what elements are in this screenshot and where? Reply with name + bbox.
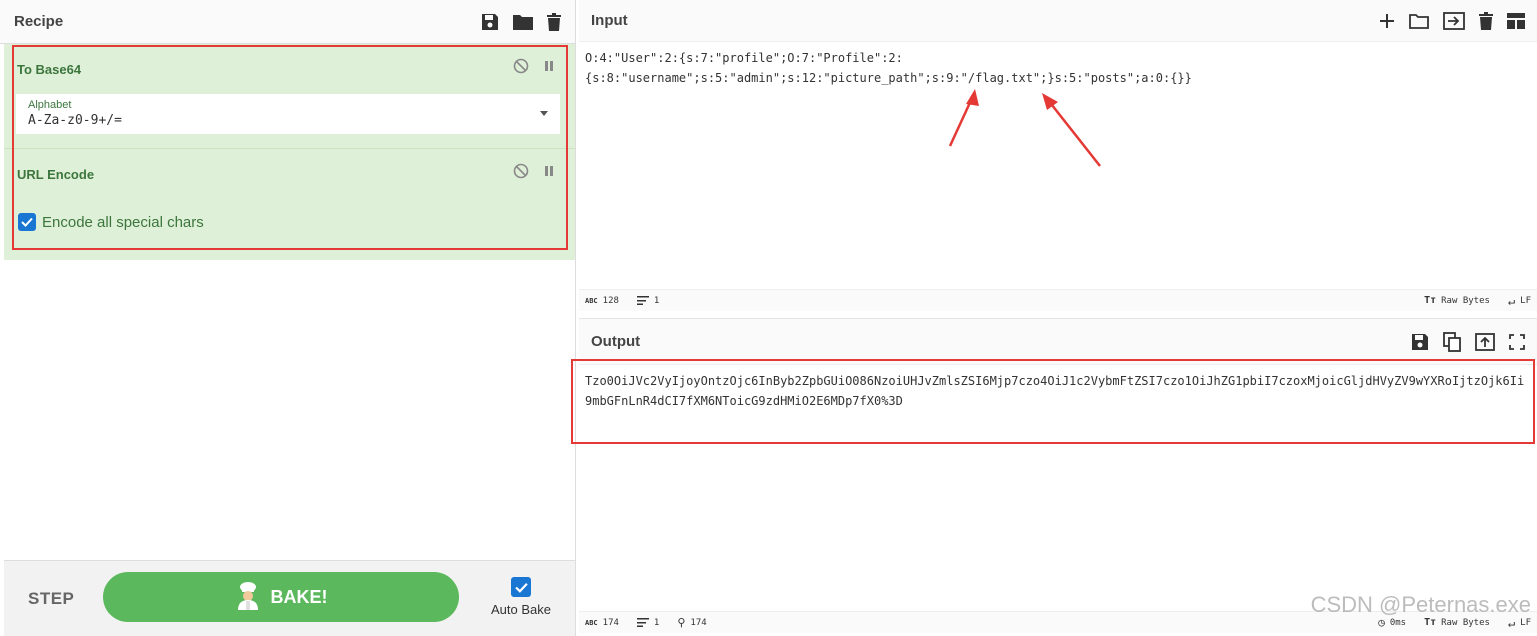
- output-pane: Output Tzo0OiJVc2VyIjoyOntzOjc6InByb2Zpb…: [579, 318, 1537, 636]
- input-status-bar: ABC 128 1 Tт Raw Bytes ↵ LF: [579, 289, 1537, 311]
- lines-icon: [636, 618, 649, 627]
- input-encoding[interactable]: Tт Raw Bytes: [1424, 295, 1490, 306]
- bake-button[interactable]: BAKE!: [103, 572, 459, 622]
- text-encoding-icon: Tт: [1424, 617, 1437, 628]
- operation-title: URL Encode: [17, 167, 95, 182]
- operation-title: To Base64: [17, 62, 82, 77]
- disable-operation-icon[interactable]: [513, 58, 529, 79]
- auto-bake-label: Auto Bake: [491, 602, 551, 617]
- alphabet-select[interactable]: Alphabet A-Za-z0-9+/=: [16, 94, 560, 134]
- checkbox-checked-icon[interactable]: [18, 213, 36, 231]
- auto-bake-checkbox[interactable]: Auto Bake: [488, 577, 554, 619]
- alphabet-label: Alphabet: [28, 99, 72, 111]
- alphabet-value: A-Za-z0-9+/=: [28, 113, 122, 128]
- text-encoding-icon: Tт: [1424, 295, 1437, 306]
- output-length: ABC 174: [585, 617, 619, 628]
- output-lines: 1: [636, 618, 659, 628]
- chevron-down-icon: [540, 111, 548, 116]
- recipe-operations-list: To Base64 Alphabet A-Za-z0-9+/= URL Enco…: [4, 44, 575, 260]
- copy-output-icon[interactable]: [1443, 331, 1461, 352]
- open-folder-icon[interactable]: [1409, 13, 1429, 29]
- step-button[interactable]: STEP: [28, 589, 74, 609]
- layout-icon[interactable]: [1507, 12, 1525, 29]
- breakpoint-pause-icon[interactable]: [543, 58, 555, 79]
- checkbox-checked-icon[interactable]: [511, 577, 531, 597]
- output-title: Output: [591, 333, 641, 350]
- add-tab-plus-icon[interactable]: [1379, 13, 1395, 29]
- return-arrow-icon: ↵: [1507, 293, 1516, 308]
- input-lines: 1: [636, 296, 659, 306]
- save-output-icon[interactable]: [1411, 333, 1429, 351]
- annotation-arrows: [948, 89, 1101, 167]
- load-recipe-folder-icon[interactable]: [513, 14, 533, 30]
- encode-all-special-chars-checkbox[interactable]: Encode all special chars: [18, 213, 204, 231]
- save-recipe-icon[interactable]: [481, 13, 499, 31]
- recipe-title: Recipe: [14, 13, 64, 30]
- replace-input-with-output-icon[interactable]: [1475, 332, 1495, 351]
- chef-icon: [235, 580, 261, 615]
- map-pin-icon: ⚲: [677, 616, 686, 629]
- breakpoint-pause-icon[interactable]: [543, 163, 555, 184]
- maximise-output-icon[interactable]: [1509, 333, 1525, 350]
- operation-url-encode[interactable]: URL Encode Encode all special chars: [4, 149, 575, 259]
- output-position: ⚲ 174: [677, 616, 707, 629]
- input-title: Input: [591, 12, 628, 29]
- bake-label: BAKE!: [270, 586, 328, 607]
- recipe-header: Recipe: [0, 0, 575, 44]
- abc-icon: ABC: [585, 618, 598, 627]
- input-eol[interactable]: ↵ LF: [1508, 294, 1531, 308]
- clear-input-trash-icon[interactable]: [1479, 11, 1493, 30]
- output-encoding[interactable]: Tт Raw Bytes: [1424, 617, 1490, 628]
- operation-to-base64[interactable]: To Base64 Alphabet A-Za-z0-9+/=: [4, 44, 575, 148]
- clear-recipe-trash-icon[interactable]: [547, 12, 561, 31]
- input-length: ABC 128: [585, 295, 619, 306]
- encode-all-special-chars-label: Encode all special chars: [42, 213, 204, 231]
- output-header: Output: [579, 319, 1537, 365]
- input-header: Input: [579, 0, 1537, 42]
- recipe-pane: Recipe To Base64 Alphabet A-Za-z0-9+/= U…: [0, 0, 576, 636]
- output-textarea[interactable]: Tzo0OiJVc2VyIjoyOntzOjc6InByb2ZpbGUiO086…: [579, 365, 1537, 609]
- abc-icon: ABC: [585, 296, 598, 305]
- open-file-import-icon[interactable]: [1443, 11, 1465, 30]
- watermark: CSDN @Peternas.exe: [1310, 592, 1531, 617]
- lines-icon: [636, 296, 649, 305]
- disable-operation-icon[interactable]: [513, 163, 529, 184]
- bake-controls: STEP BAKE! Auto Bake: [4, 560, 575, 636]
